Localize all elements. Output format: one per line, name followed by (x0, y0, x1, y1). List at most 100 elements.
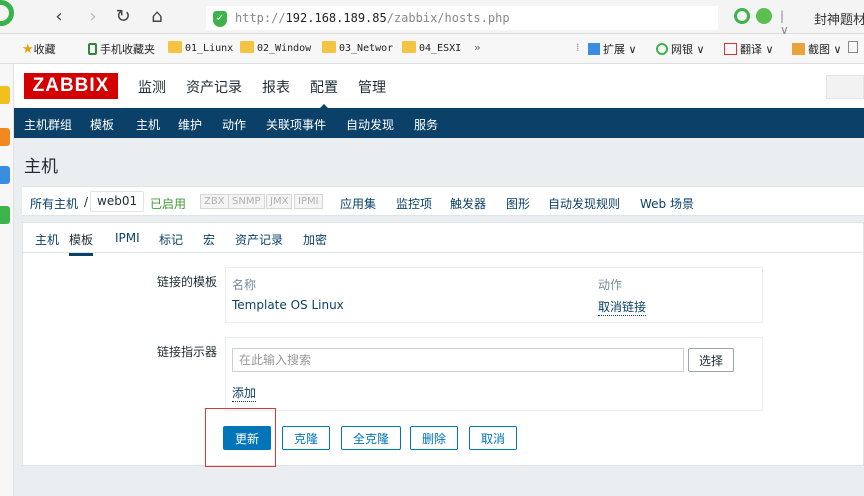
side-gear-icon[interactable] (0, 128, 10, 146)
zabbix-logo[interactable]: ZABBIX (24, 73, 118, 99)
folder-icon (322, 41, 336, 53)
bookmark-folder-linux[interactable]: 01_Liunx (168, 41, 233, 57)
tab-encryption[interactable]: 加密 (303, 231, 327, 248)
menu-administration[interactable]: 管理 (358, 77, 386, 97)
browser-toolbar: ‹ › ↻ ⌂ ✓ http://192.168.189.85/zabbix/h… (0, 0, 864, 37)
submenu-maintenance[interactable]: 维护 (178, 116, 202, 133)
breadcrumb-all-hosts[interactable]: 所有主机 (30, 195, 78, 212)
bookmarks-more[interactable]: » (474, 41, 481, 57)
star-icon: ★ (22, 42, 34, 57)
url-text: http://192.168.189.85/zabbix/hosts.php (235, 11, 510, 25)
clone-button[interactable]: 克隆 (282, 426, 331, 450)
link-indicator-label: 链接指示器 (156, 345, 217, 359)
add-template-link[interactable]: 添加 (232, 384, 257, 402)
bookmarks-bar: ★收藏 手机收藏夹 01_Liunx 02_Window 03_Networ 0… (0, 34, 864, 64)
submenu-host-groups[interactable]: 主机群组 (24, 116, 72, 133)
delete-button[interactable]: 删除 (410, 426, 459, 450)
availability-jmx-badge: JMX (266, 194, 293, 209)
forward-icon[interactable]: › (82, 7, 104, 29)
tab-tags[interactable]: 标记 (159, 231, 183, 248)
host-navigation: 所有主机 / web01 已启用 ZBX SNMP JMX IPMI 应用集 监… (22, 186, 864, 216)
phone-icon (88, 43, 97, 55)
right-news-text[interactable]: 封神题材 (814, 9, 864, 28)
bookmark-mobile[interactable]: 手机收藏夹 (88, 41, 155, 57)
submenu-event-correlation[interactable]: 关联项事件 (266, 116, 326, 133)
submenu-actions[interactable]: 动作 (222, 116, 246, 133)
zabbix-submenu: 主机群组 模板 主机 维护 动作 关联项事件 自动发现 服务 (14, 108, 864, 141)
host-link-triggers[interactable]: 触发器 (450, 195, 486, 212)
folder-icon (168, 41, 182, 53)
template-search-field[interactable] (232, 348, 684, 372)
browser-logo-icon (0, 0, 14, 26)
submenu-discovery[interactable]: 自动发现 (346, 116, 394, 133)
tab-inventory[interactable]: 资产记录 (235, 231, 283, 248)
tab-ipmi[interactable]: IPMI (115, 231, 140, 245)
menu-monitoring[interactable]: 监测 (138, 77, 166, 97)
host-link-applications[interactable]: 应用集 (340, 195, 376, 212)
submenu-services[interactable]: 服务 (414, 116, 438, 133)
submenu-templates[interactable]: 模板 (90, 116, 114, 133)
translate-icon (724, 43, 737, 55)
host-link-web-scenarios[interactable]: Web 场景 (640, 195, 694, 212)
full-clone-button[interactable]: 全克隆 (341, 426, 402, 450)
host-link-discovery-rules[interactable]: 自动发现规则 (548, 195, 620, 212)
folder-icon (402, 41, 416, 53)
translate-menu[interactable]: 翻译 ∨ (724, 41, 774, 57)
bookmark-folder-network[interactable]: 03_Networ (322, 41, 393, 57)
status-badge[interactable]: 已启用 (150, 195, 186, 212)
menu-reports[interactable]: 报表 (262, 77, 290, 97)
back-icon[interactable]: ‹ (48, 7, 70, 29)
side-lightning-icon[interactable] (0, 86, 10, 104)
tab-host[interactable]: 主机 (35, 231, 59, 248)
linked-templates-table: 名称 动作 Template OS Linux 取消链接 (225, 267, 763, 323)
grid-icon (588, 43, 600, 55)
browser-side-strip (0, 64, 14, 496)
bank-icon (656, 43, 668, 55)
linked-templates-label: 链接的模板 (156, 275, 217, 289)
scissors-icon (792, 43, 805, 55)
availability-zbx-badge: ZBX (200, 194, 229, 209)
highlight-annotation-box (205, 408, 276, 467)
refresh-icon[interactable]: ↻ (112, 7, 134, 29)
unlink-template-link[interactable]: 取消链接 (598, 298, 647, 316)
main-content: 主机 所有主机 / web01 已启用 ZBX SNMP JMX IPMI 应用… (14, 138, 864, 496)
select-button[interactable]: 选择 (688, 348, 735, 372)
browser-extra-icon[interactable] (848, 41, 861, 57)
dropdown-chevron-icon[interactable]: |∨ (780, 9, 789, 37)
toolbar-divider: ⁞ (576, 41, 580, 54)
host-link-graphs[interactable]: 图形 (506, 195, 530, 212)
template-search-input[interactable] (233, 349, 683, 371)
folder-icon (240, 41, 254, 53)
leaf-icon[interactable] (756, 8, 772, 24)
column-header-name: 名称 (232, 278, 257, 292)
template-link-os-linux[interactable]: Template OS Linux (232, 298, 344, 312)
tab-templates[interactable]: 模板 (69, 231, 94, 256)
screenshot-menu[interactable]: 截图 ∨ (792, 41, 842, 57)
secure-shield-icon: ✓ (213, 11, 227, 27)
bookmark-folder-esxi[interactable]: 04_ESXI (402, 41, 461, 57)
zabbix-header: ZABBIX 监测 资产记录 报表 配置 管理 (14, 64, 864, 111)
host-form-tabs: 主机 模板 IPMI 标记 宏 资产记录 加密 (23, 223, 864, 256)
host-link-items[interactable]: 监控项 (396, 195, 432, 212)
gear-flower-icon[interactable] (734, 8, 750, 24)
side-app-icon[interactable] (0, 206, 10, 224)
bookmark-folder-window[interactable]: 02_Window (240, 41, 311, 57)
tab-macros[interactable]: 宏 (203, 231, 215, 248)
address-bar[interactable]: ✓ http://192.168.189.85/zabbix/hosts.php (206, 6, 718, 30)
menu-inventory[interactable]: 资产记录 (186, 77, 242, 97)
column-header-action: 动作 (598, 278, 623, 292)
breadcrumb-current-host[interactable]: web01 (90, 191, 145, 212)
page-title: 主机 (24, 157, 58, 177)
side-chat-icon[interactable] (0, 166, 10, 184)
extensions-menu[interactable]: 扩展 ∨ (588, 41, 637, 57)
ebank-menu[interactable]: 网银 ∨ (656, 41, 705, 57)
link-indicator-box: 选择 添加 (225, 337, 763, 411)
home-icon[interactable]: ⌂ (146, 7, 168, 29)
bookmark-favorites[interactable]: ★收藏 (22, 41, 56, 57)
availability-snmp-badge: SNMP (228, 194, 265, 209)
cancel-button[interactable]: 取消 (469, 426, 518, 450)
global-search-input[interactable] (826, 75, 864, 99)
breadcrumb-separator: / (84, 195, 89, 209)
availability-ipmi-badge: IPMI (294, 194, 323, 209)
menu-configuration[interactable]: 配置 (310, 77, 338, 111)
